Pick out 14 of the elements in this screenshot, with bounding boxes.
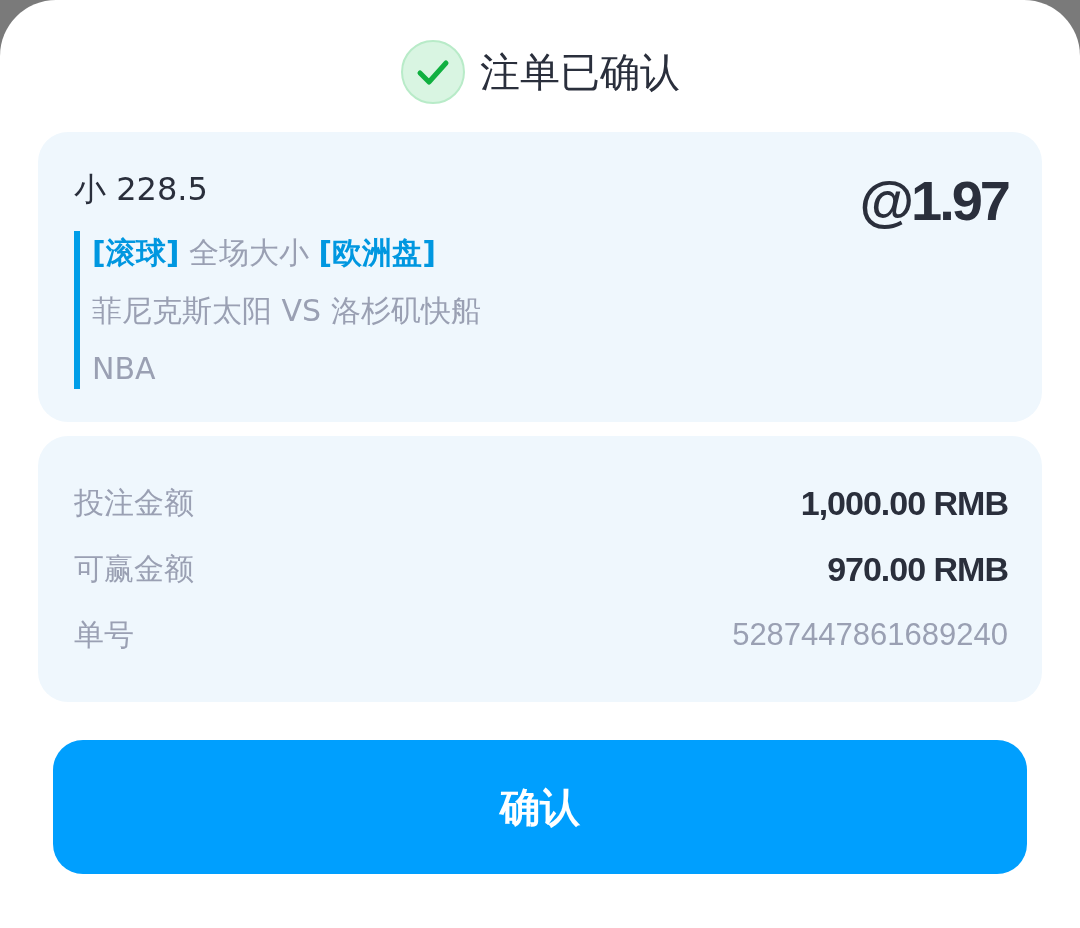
league-name: NBA [92,350,157,388]
dialog-title: 注单已确认 [480,47,680,97]
detail-value: 970.00 RMB [827,549,1008,589]
detail-value: 5287447861689240 [732,617,1008,653]
detail-label: 可赢金额 [74,549,194,588]
check-icon [400,39,466,105]
detail-label: 单号 [74,615,134,654]
detail-label: 投注金额 [74,483,194,522]
market-name: [滚球] 全场大小 [欧洲盘] [92,234,437,272]
match-name: 菲尼克斯太阳 VS 洛杉矶快船 [92,292,482,330]
bet-odds: @1.97 [859,168,1008,233]
bet-selection: 小 228.5 [74,169,208,210]
confirm-button[interactable]: 确认 [53,740,1027,874]
detail-value: 1,000.00 RMB [800,483,1008,523]
